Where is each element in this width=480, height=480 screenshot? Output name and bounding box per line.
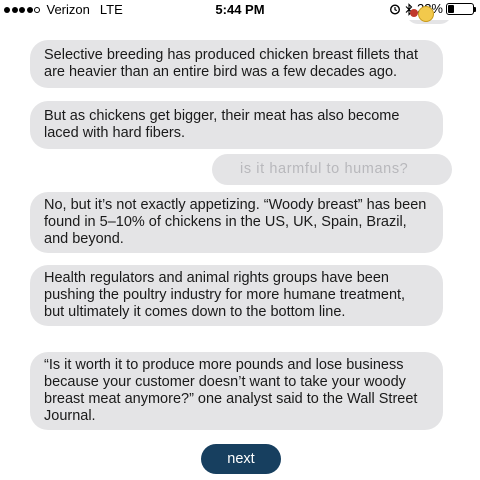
status-bar: Verizon LTE 5:44 PM 23% xyxy=(0,0,480,20)
message-text: Health regulators and animal rights grou… xyxy=(44,270,406,320)
chat-thread: Selective breeding has produced chicken … xyxy=(0,0,480,480)
message-bubble-bot: Health regulators and animal rights grou… xyxy=(30,265,443,326)
message-text: But as chickens get bigger, their meat h… xyxy=(44,108,400,141)
message-bubble-bot: But as chickens get bigger, their meat h… xyxy=(30,101,443,149)
message-bubble-bot: No, but it’s not exactly appetizing. “Wo… xyxy=(30,192,443,253)
message-text: Selective breeding has produced chicken … xyxy=(44,47,418,80)
message-text: “Is it worth it to produce more pounds a… xyxy=(44,357,418,424)
message-text: No, but it’s not exactly appetizing. “Wo… xyxy=(44,197,427,247)
battery-level-fill xyxy=(448,5,454,13)
message-text: is it harmful to humans? xyxy=(240,161,409,177)
next-button[interactable]: next xyxy=(201,444,281,474)
alarm-icon xyxy=(389,3,401,15)
reaction-heart-icon xyxy=(410,9,418,17)
message-bubble-bot: Selective breeding has produced chicken … xyxy=(30,40,443,88)
message-bubble-bot: “Is it worth it to produce more pounds a… xyxy=(30,352,443,430)
message-bubble-user: is it harmful to humans? xyxy=(212,154,452,185)
reaction-emoji-icon xyxy=(418,6,434,22)
battery-icon xyxy=(446,3,476,15)
